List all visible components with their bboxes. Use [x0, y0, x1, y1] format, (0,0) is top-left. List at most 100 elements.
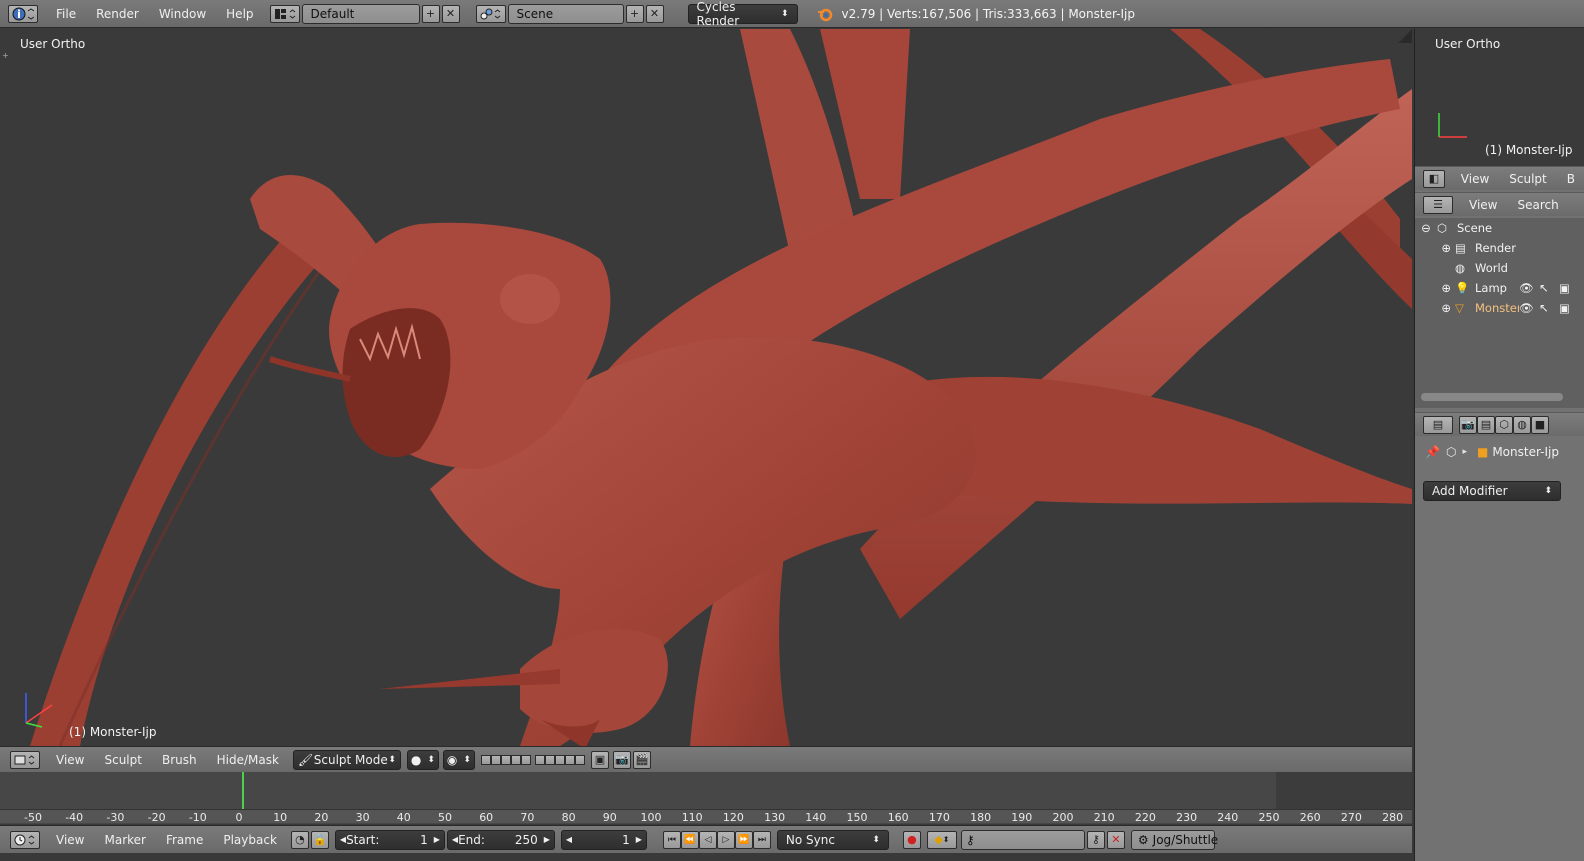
current-frame-field[interactable]: ◀ 1 ▶ — [560, 829, 647, 850]
timeline-menu-playback[interactable]: Playback — [213, 833, 287, 847]
mini-menu-brush[interactable]: B — [1557, 172, 1584, 186]
eye-icon[interactable]: 👁 — [1519, 281, 1539, 295]
viewport-menu-view[interactable]: View — [46, 753, 94, 767]
cursor-icon[interactable]: ↖ — [1539, 301, 1559, 315]
tab-scene[interactable]: ⬡ — [1495, 415, 1513, 434]
viewport-menu-brush[interactable]: Brush — [152, 753, 207, 767]
outliner-menu-view[interactable]: View — [1459, 198, 1507, 212]
viewport-menu-sculpt[interactable]: Sculpt — [94, 753, 151, 767]
outliner-scrollbar[interactable] — [1421, 393, 1563, 401]
object-icon: ■ — [1476, 445, 1489, 459]
lock-range-button[interactable]: 🔒 — [310, 830, 329, 849]
camera-icon[interactable]: ▣ — [1559, 301, 1575, 315]
keying-mode-select[interactable]: ◆ ⬍ — [926, 830, 957, 849]
mini-menu-sculpt[interactable]: Sculpt — [1499, 172, 1556, 186]
delete-scene-button[interactable]: ✕ — [645, 4, 664, 23]
timeline-menu-view[interactable]: View — [46, 833, 94, 847]
tab-render[interactable]: 📷 — [1459, 415, 1477, 434]
current-frame-playhead[interactable] — [242, 772, 244, 809]
3d-viewport[interactable]: User Ortho (1) Monster-Ijp + — [0, 29, 1412, 746]
timeline-editor-type-button[interactable] — [10, 830, 40, 849]
screen-layout-field[interactable]: Default — [301, 3, 420, 24]
ruler-tick-label: 210 — [1093, 811, 1115, 824]
prev-keyframe-icon: ⏪ — [684, 834, 696, 845]
area-split-handle[interactable]: + — [2, 51, 10, 60]
viewport-header: View Sculpt Brush Hide/Mask 🖌 Sculpt Mod… — [0, 746, 1412, 772]
pin-icon[interactable]: 📌 — [1425, 445, 1440, 459]
mini-menu-view[interactable]: View — [1451, 172, 1499, 186]
ruler-tick-label: -20 — [147, 811, 166, 824]
mini-3d-viewport[interactable]: User Ortho (1) Monster-Ijp — [1415, 29, 1584, 166]
frame-ruler[interactable]: -50 -40 -30 -20 -10 0 10 20 30 40 50 60 70 80 90 100 110… — [0, 809, 1412, 824]
menu-render[interactable]: Render — [86, 7, 149, 21]
area-corner-handle[interactable] — [1398, 29, 1412, 43]
tab-render-layers[interactable]: ▤ — [1477, 415, 1495, 434]
layer-button[interactable] — [564, 754, 575, 765]
mode-select[interactable]: 🖌 Sculpt Mode ⬍ — [292, 749, 401, 770]
layer-button[interactable] — [510, 754, 521, 765]
layer-button[interactable] — [490, 754, 501, 765]
add-screen-button[interactable]: + — [421, 4, 440, 23]
outliner-item-scene[interactable]: ⊖ ⬡ Scene — [1415, 218, 1565, 238]
outliner-item-lamp[interactable]: ⊕ 💡 Lamp 👁 ↖ ▣ — [1415, 278, 1584, 298]
jog-shuttle-button[interactable]: ⚙ Jog/Shuttle — [1130, 829, 1218, 850]
properties-editor-type-button[interactable]: ▤ — [1423, 415, 1453, 434]
tab-world[interactable]: ◍ — [1513, 415, 1531, 434]
outliner-editor-type-button[interactable]: ☰ — [1423, 195, 1453, 214]
layer-button[interactable] — [534, 754, 545, 765]
editor-type-button[interactable] — [10, 750, 40, 769]
viewport-menu-hide-mask[interactable]: Hide/Mask — [207, 753, 289, 767]
next-keyframe-button[interactable]: ⏩ — [734, 830, 753, 849]
layer-button[interactable] — [554, 754, 565, 765]
jump-to-end-button[interactable]: ⏭ — [752, 830, 771, 849]
timeline-area[interactable]: -50 -40 -30 -20 -10 0 10 20 30 40 50 60 70 80 90 100 110… — [0, 772, 1412, 824]
opengl-render-button[interactable]: 📷 — [612, 750, 631, 769]
auto-keying-button[interactable]: ● — [902, 830, 921, 849]
ruler-tick-label: 240 — [1217, 811, 1239, 824]
jump-to-start-button[interactable]: ⏮ — [662, 830, 681, 849]
layer-button[interactable] — [480, 754, 491, 765]
menu-file[interactable]: File — [46, 7, 86, 21]
viewport-shading-select[interactable]: ● ⬍ — [406, 749, 439, 770]
play-reverse-button[interactable]: ◁ — [698, 830, 717, 849]
timeline-menu-frame[interactable]: Frame — [156, 833, 213, 847]
add-modifier-select[interactable]: Add Modifier ⬍ — [1423, 481, 1561, 501]
keying-set-field[interactable]: ⚷ — [960, 829, 1085, 850]
timeline-menu-marker[interactable]: Marker — [94, 833, 155, 847]
end-frame-field[interactable]: ◀ End: 250 ▶ — [446, 829, 555, 850]
opengl-animation-button[interactable]: 🎬 — [632, 750, 651, 769]
layer-button[interactable] — [574, 754, 585, 765]
play-button[interactable]: ▷ — [716, 830, 735, 849]
scene-browse-button[interactable] — [475, 4, 506, 23]
mini-editor-type-button[interactable]: ◧ — [1423, 169, 1445, 188]
outliner-item-world[interactable]: ◍ World — [1415, 258, 1565, 278]
layer-button[interactable] — [500, 754, 511, 765]
cursor-icon[interactable]: ↖ — [1539, 281, 1559, 295]
add-scene-button[interactable]: + — [625, 4, 644, 23]
eye-icon[interactable]: 👁 — [1519, 301, 1539, 315]
tab-object[interactable]: ■ — [1531, 415, 1549, 434]
delete-keyframe-button[interactable]: ✕ — [1106, 830, 1125, 849]
preview-range-button[interactable]: ◔ — [290, 830, 309, 849]
local-layers-button[interactable]: ▣ — [590, 750, 609, 769]
previous-keyframe-button[interactable]: ⏪ — [680, 830, 699, 849]
delete-screen-button[interactable]: ✕ — [441, 4, 460, 23]
menu-window[interactable]: Window — [149, 7, 216, 21]
layer-button[interactable] — [544, 754, 555, 765]
pivot-point-select[interactable]: ◉ ⬍ — [442, 749, 475, 770]
scene-field[interactable]: Scene — [507, 3, 624, 24]
outliner: ⊖ ⬡ Scene ⊕ ▤ Render ◍ World ⊕ 💡 Lamp 👁 … — [1415, 218, 1584, 408]
chevron-left-icon: ◀ — [565, 835, 573, 844]
screen-layout-browse-button[interactable] — [269, 4, 300, 23]
layer-button[interactable] — [520, 754, 531, 765]
menu-help[interactable]: Help — [216, 7, 263, 21]
sync-mode-select[interactable]: No Sync ⬍ — [776, 829, 889, 850]
render-engine-select[interactable]: Cycles Render ⬍ — [687, 0, 798, 28]
camera-icon[interactable]: ▣ — [1559, 281, 1575, 295]
editor-type-info-button[interactable] — [8, 4, 38, 23]
start-frame-field[interactable]: ◀ Start: 1 ▶ — [334, 829, 445, 850]
outliner-menu-search[interactable]: Search — [1507, 198, 1568, 212]
outliner-item-monster[interactable]: ⊕ ▽ Monster 👁 ↖ ▣ — [1415, 298, 1584, 318]
insert-keyframe-button[interactable]: ⚷ — [1086, 830, 1105, 849]
outliner-item-render-layers[interactable]: ⊕ ▤ Render — [1415, 238, 1565, 258]
